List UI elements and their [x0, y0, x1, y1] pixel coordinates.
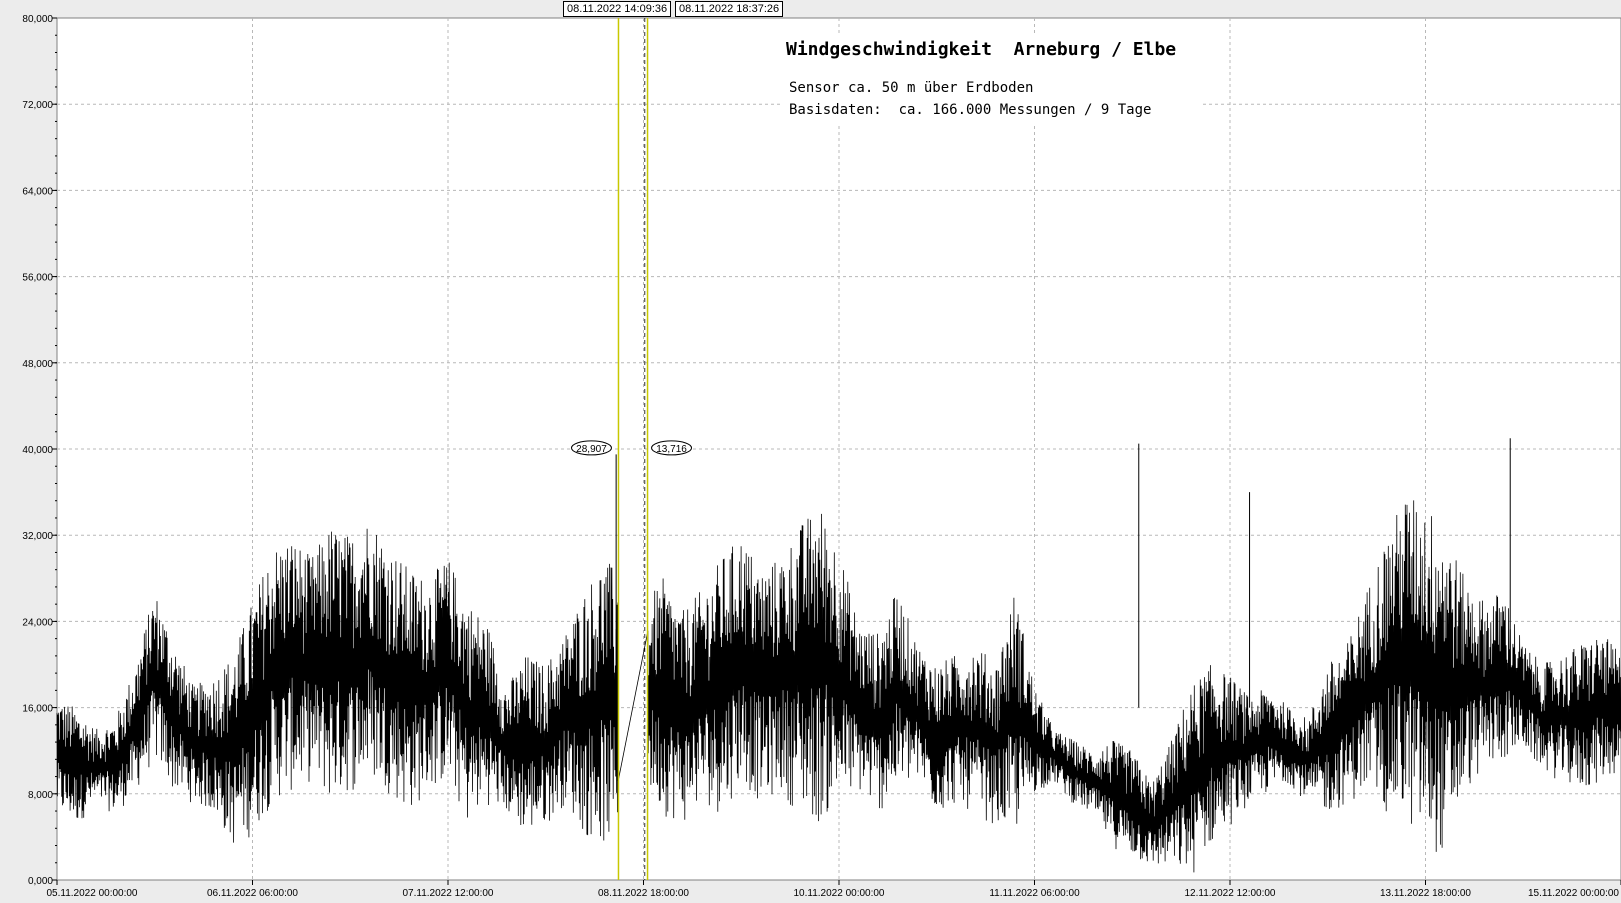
chart-canvas: 0,000 8,000 16,000 24,000 32,000 40,000 48,000… — [22, 14, 1621, 899]
x-tick-label: 06.11.2022 06:00:00 — [207, 888, 298, 899]
y-tick-label: 0,000 — [28, 876, 53, 887]
x-tick-label: 10.11.2022 00:00:00 — [793, 888, 884, 899]
y-tick-label: 40,000 — [22, 445, 53, 456]
y-tick-label: 16,000 — [22, 704, 53, 715]
x-tick-label: 07.11.2022 12:00:00 — [402, 888, 493, 899]
x-tick-label: 15.11.2022 00:00:00 — [1528, 888, 1619, 899]
y-tick-label: 24,000 — [22, 617, 53, 628]
x-tick-label: 11.11.2022 06:00:00 — [989, 888, 1080, 899]
y-tick-label: 64,000 — [22, 186, 53, 197]
cursor-1-time-label[interactable]: 08.11.2022 14:09:36 — [563, 1, 672, 17]
y-tick-label: 32,000 — [22, 531, 53, 542]
y-tick-label: 80,000 — [22, 14, 53, 25]
x-tick-label: 12.11.2022 12:00:00 — [1184, 888, 1275, 899]
subtitle-sensor: Sensor ca. 50 m über Erdboden — [789, 80, 1034, 96]
cursor-2-time-label[interactable]: 08.11.2022 18:37:26 — [675, 1, 784, 17]
x-tick-label: 08.11.2022 18:00:00 — [598, 888, 689, 899]
wind-speed-chart: 0,000 8,000 16,000 24,000 32,000 40,000 48,000… — [0, 0, 1621, 903]
y-tick-label: 72,000 — [22, 100, 53, 111]
y-tick-label: 48,000 — [22, 359, 53, 370]
cursor-2-value-label: 13,716 — [656, 444, 687, 455]
chart-title: Windgeschwindigkeit Arneburg / Elbe — [786, 39, 1177, 60]
y-axis: 0,000 8,000 16,000 24,000 32,000 40,000 48,000… — [22, 14, 57, 887]
x-axis: 05.11.2022 00:00:00 06.11.2022 06:00:00 07… — [46, 880, 1621, 899]
x-tick-label: 05.11.2022 00:00:00 — [46, 888, 137, 899]
x-tick-label: 13.11.2022 18:00:00 — [1380, 888, 1471, 899]
subtitle-basisdaten: Basisdaten: ca. 166.000 Messungen / 9 Ta… — [789, 102, 1152, 118]
cursor-1-value-label: 28,907 — [576, 444, 607, 455]
y-tick-label: 56,000 — [22, 273, 53, 284]
y-tick-label: 8,000 — [28, 790, 53, 801]
